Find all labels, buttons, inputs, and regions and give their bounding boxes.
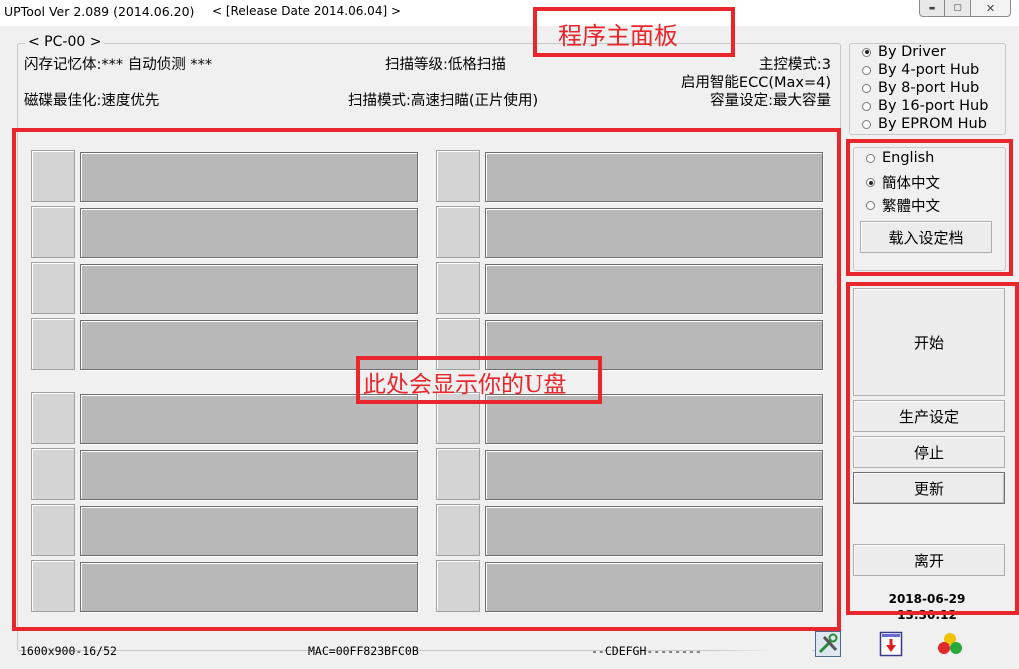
window-controls: ▬ ▢ ✕ xyxy=(919,0,1011,18)
pc-legend: < PC-00 > xyxy=(25,34,105,50)
title-bar: UPTool Ver 2.089 (2014.06.20) < [Release… xyxy=(0,0,1019,26)
radio-by-16-port-hub[interactable]: By 16-port Hub xyxy=(862,98,988,114)
radio-by-eprom-hub[interactable]: By EPROM Hub xyxy=(862,116,987,132)
close-icon: ✕ xyxy=(985,1,996,15)
disk-optimize-info: 磁碟最佳化:速度优先 xyxy=(24,93,160,109)
maximize-button[interactable]: ▢ xyxy=(945,0,971,17)
capacity-info: 容量设定:最大容量 xyxy=(710,93,831,109)
radio-by-8-port-hub[interactable]: By 8-port Hub xyxy=(862,80,979,96)
resolution-status: 1600x900-16/52 xyxy=(20,644,117,658)
radio-dot xyxy=(862,47,871,57)
annotation-actions-box xyxy=(846,282,1019,615)
radio-label: By Driver xyxy=(878,44,946,60)
flash-memory-info: 闪存记忆体:*** 自动侦测 *** xyxy=(24,57,213,73)
mac-status: MAC=00FF823BFC0B xyxy=(308,644,419,658)
radio-dot xyxy=(862,65,871,75)
radio-dot xyxy=(862,119,871,129)
close-button[interactable]: ✕ xyxy=(971,0,1011,17)
download-icon[interactable] xyxy=(878,631,904,657)
drive-letters-status: --CDEFGH-------- xyxy=(591,644,702,658)
radio-label: By 8-port Hub xyxy=(878,80,980,96)
window-title: UPTool Ver 2.089 (2014.06.20) xyxy=(4,4,195,19)
radio-dot xyxy=(862,83,871,93)
radio-by-4-port-hub[interactable]: By 4-port Hub xyxy=(862,62,979,78)
radio-label: By 16-port Hub xyxy=(878,98,989,114)
radio-dot xyxy=(862,101,871,111)
annotation-language-box xyxy=(846,139,1013,276)
radio-label: By EPROM Hub xyxy=(878,116,987,132)
annotation-main-panel-label: 程序主面板 xyxy=(558,22,678,50)
color-balls-icon[interactable] xyxy=(936,631,962,657)
minimize-button[interactable]: ▬ xyxy=(919,0,945,17)
radio-by-driver[interactable]: By Driver xyxy=(862,44,946,60)
scan-level-info: 扫描等级:低格扫描 xyxy=(385,57,506,73)
main-window: < PC-00 > 闪存记忆体:*** 自动侦测 *** 扫描等级:低格扫描 主… xyxy=(0,7,1019,669)
tools-icon[interactable] xyxy=(815,631,841,657)
minimize-icon: ▬ xyxy=(928,4,936,12)
maximize-icon: ▢ xyxy=(953,3,962,13)
annotation-udisk-label: 此处会显示你的U盘 xyxy=(363,372,567,398)
release-date: < [Release Date 2014.06.04] > xyxy=(212,4,402,18)
scan-mode-info: 扫描模式:高速扫瞄(正片使用) xyxy=(348,93,539,109)
radio-label: By 4-port Hub xyxy=(878,62,980,78)
